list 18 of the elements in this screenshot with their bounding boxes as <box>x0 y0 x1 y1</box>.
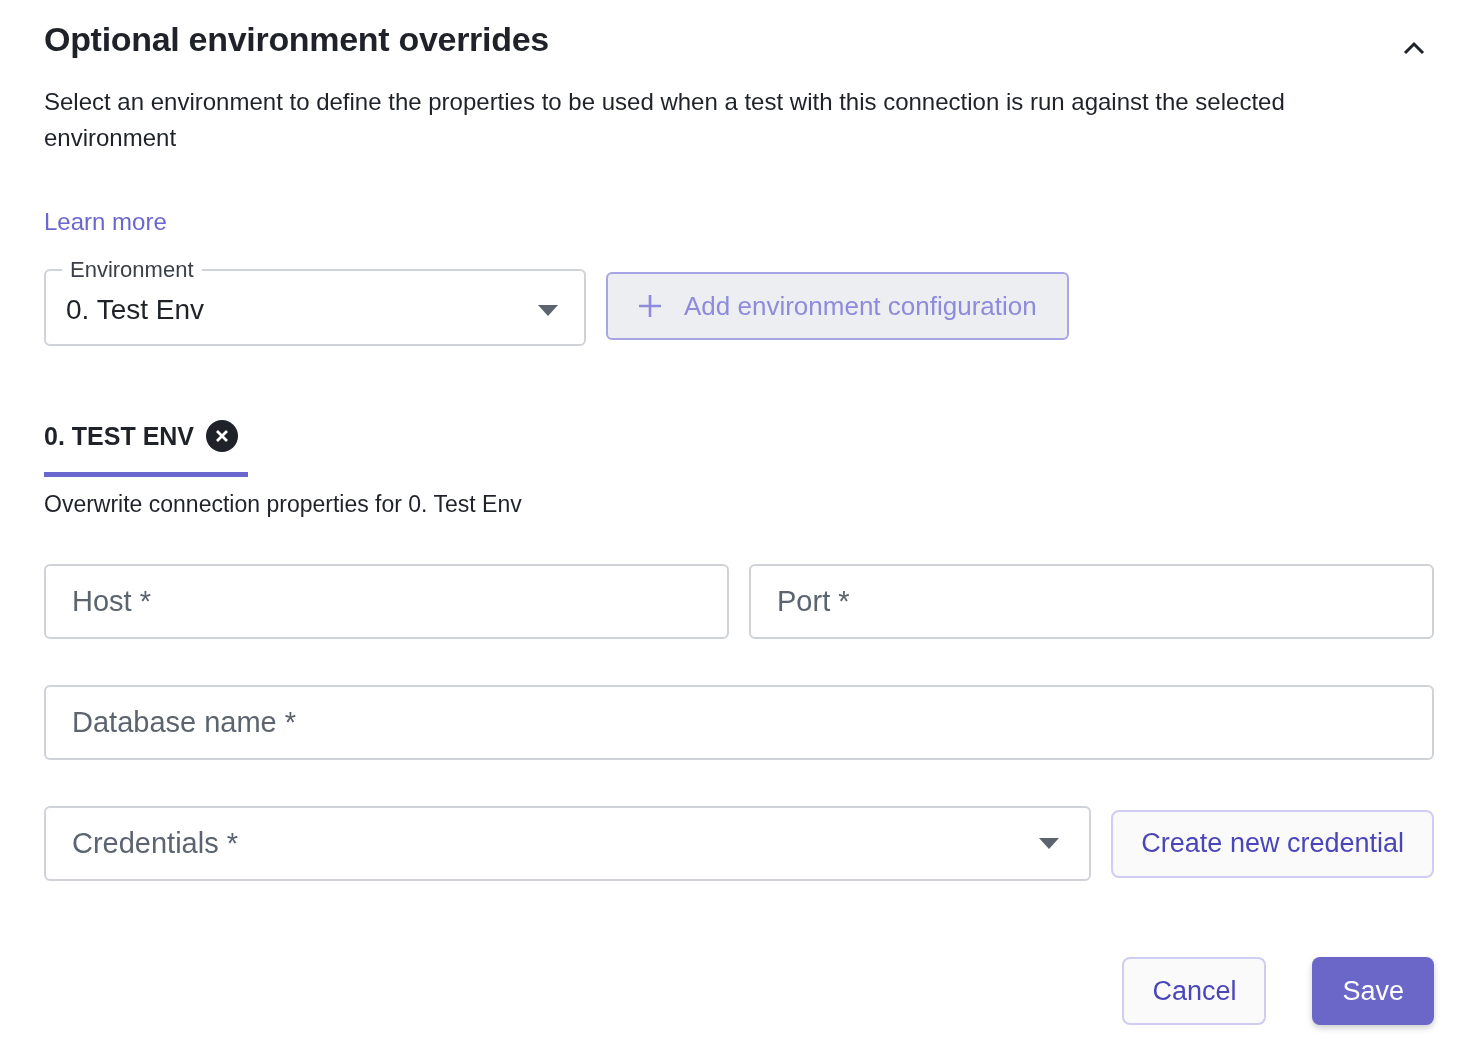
learn-more-link[interactable]: Learn more <box>44 208 167 236</box>
chevron-up-icon <box>1403 41 1425 55</box>
caret-icon <box>538 304 558 316</box>
input-field[interactable]: Host * <box>44 564 729 639</box>
create-credential-button[interactable]: Create new credential <box>1111 809 1434 878</box>
close-icon[interactable] <box>206 420 239 452</box>
input-field[interactable]: Database name * <box>44 685 1434 760</box>
environment-tab[interactable]: 0. TEST ENV <box>44 420 248 477</box>
plus-icon <box>638 294 662 318</box>
select-field[interactable]: Credentials * <box>44 806 1092 881</box>
tab-description: Overwrite connection properties for 0. Test Env <box>44 491 523 518</box>
section-title: Optional environment overrides <box>44 20 549 59</box>
environment-select[interactable]: Environment 0. Test Env <box>44 258 586 346</box>
save-button[interactable]: Save <box>1312 957 1434 1025</box>
section-description: Select an environment to define the properties to be used when a test with this connection is run against the selected environment <box>44 87 1286 153</box>
cancel-button[interactable]: Cancel <box>1122 957 1267 1025</box>
input-field[interactable]: Port * <box>749 564 1434 639</box>
caret-icon <box>1039 838 1060 849</box>
